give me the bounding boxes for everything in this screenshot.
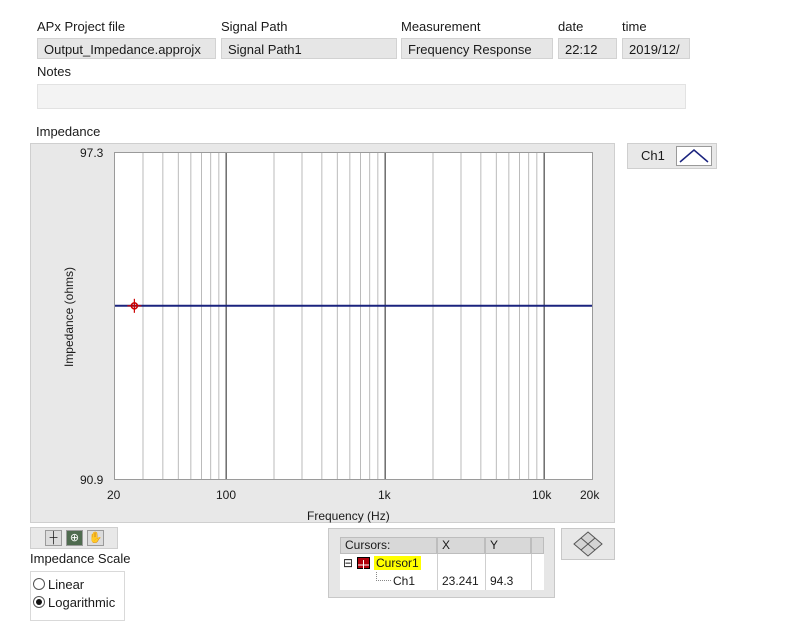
tree-connector (376, 572, 391, 581)
line-style-icon (679, 149, 709, 163)
plot-canvas[interactable] (115, 153, 592, 479)
cursor-move-button[interactable] (561, 528, 615, 560)
radio-logarithmic[interactable] (33, 596, 45, 608)
notes-label: Notes (37, 64, 71, 79)
measurement-field[interactable]: Frequency Response (401, 38, 553, 59)
project-file-label: APx Project file (37, 19, 126, 34)
cursor-row-name: Ch1 (393, 574, 416, 588)
radio-logarithmic-label[interactable]: Logarithmic (48, 595, 115, 610)
cursor-marker-icon[interactable] (357, 557, 370, 570)
time-label: time (622, 19, 647, 34)
project-file-field[interactable]: Output_Impedance.approjx (37, 38, 216, 59)
y-tick-top: 97.3 (80, 146, 104, 160)
cursors-x-header: X (437, 537, 485, 554)
signal-path-field[interactable]: Signal Path1 (221, 38, 397, 59)
x-axis-title: Frequency (Hz) (307, 509, 390, 523)
x-tick-10k: 10k (532, 488, 552, 502)
radio-linear-label[interactable]: Linear (48, 577, 84, 592)
cursor-row-y: 94.3 (490, 574, 514, 588)
crosshair-icon[interactable]: ┼ (45, 530, 62, 546)
scale-title: Impedance Scale (30, 551, 131, 566)
legend-swatch[interactable] (676, 146, 712, 166)
zoom-icon[interactable]: ⊕ (66, 530, 83, 546)
cursor-row-x: 23.241 (442, 574, 479, 588)
x-tick-100: 100 (216, 488, 237, 502)
y-axis-title: Impedance (ohms) (62, 266, 76, 368)
x-tick-20k: 20k (580, 488, 600, 502)
x-tick-1k: 1k (378, 488, 391, 502)
time-field[interactable]: 2019/12/ (622, 38, 690, 59)
cursors-header: Cursors: (340, 537, 437, 554)
cursors-y-header: Y (485, 537, 531, 554)
diamond-nav-icon (573, 531, 603, 557)
graph-caption: Impedance (36, 124, 101, 139)
measurement-label: Measurement (401, 19, 481, 34)
cursors-scroll-header (531, 537, 544, 554)
signal-path-label: Signal Path (221, 19, 288, 34)
plot-area[interactable] (114, 152, 593, 480)
cursor1-name[interactable]: Cursor1 (374, 556, 421, 570)
date-label: date (558, 19, 584, 34)
pan-hand-icon[interactable]: ✋ (87, 530, 104, 546)
cursor1-label[interactable]: Cursor1 (374, 556, 421, 570)
collapse-icon[interactable]: ⊟ (343, 556, 353, 570)
date-field[interactable]: 22:12 (558, 38, 617, 59)
x-tick-20: 20 (107, 488, 121, 502)
radio-linear[interactable] (33, 578, 45, 590)
notes-field[interactable] (37, 84, 686, 109)
y-tick-bottom: 90.9 (80, 473, 104, 487)
legend-label: Ch1 (641, 148, 665, 163)
